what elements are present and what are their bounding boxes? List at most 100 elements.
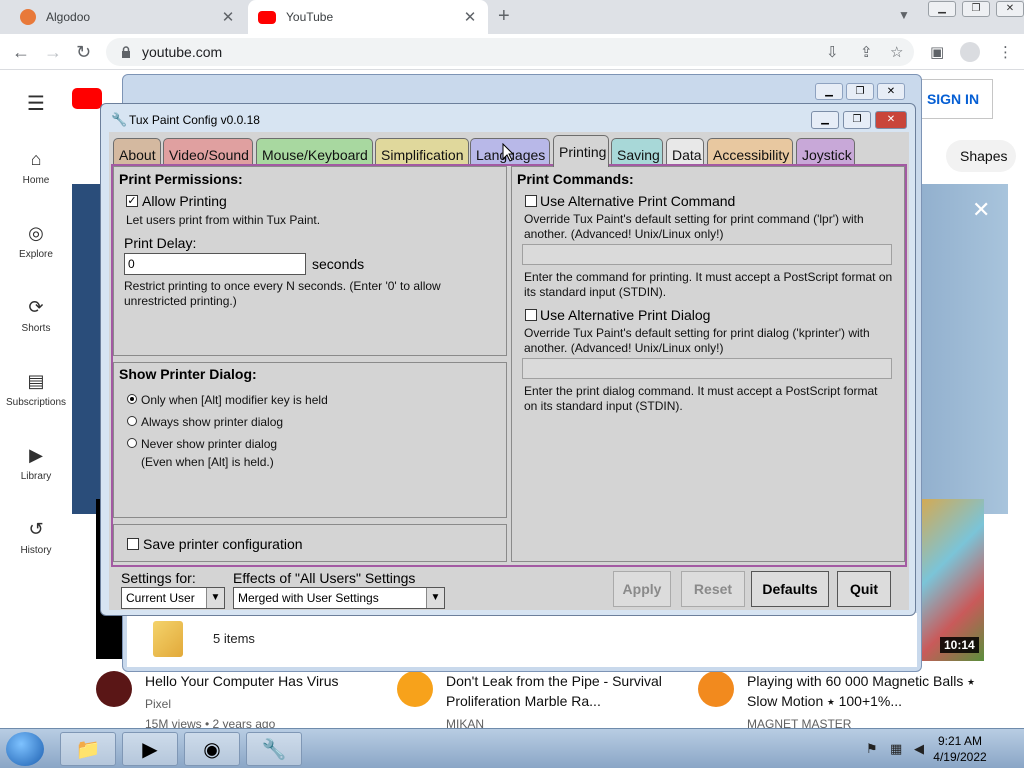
tab-data[interactable]: Data xyxy=(666,138,704,165)
clock-time: 9:21 AM xyxy=(937,734,983,748)
radio-label[interactable]: Only when [Alt] modifier key is held xyxy=(141,393,328,408)
item-count: 5 items xyxy=(213,631,255,646)
media-player-taskbar-icon[interactable]: ▶ xyxy=(122,732,178,766)
close-window-icon[interactable]: ✕ xyxy=(996,1,1024,17)
start-button[interactable] xyxy=(6,732,44,766)
address-bar[interactable]: youtube.com xyxy=(106,38,914,66)
close-window-icon[interactable]: ✕ xyxy=(875,111,907,129)
restore-icon[interactable]: ❐ xyxy=(846,83,874,100)
allow-printing-label[interactable]: Allow Printing xyxy=(142,193,227,209)
more-menu-icon[interactable]: ⋮ xyxy=(998,43,1013,61)
effects-select[interactable]: Merged with User Settings ▼ xyxy=(233,587,445,609)
channel-avatar[interactable] xyxy=(96,671,132,707)
tab-search-icon[interactable]: ▼ xyxy=(898,8,910,22)
apply-button[interactable]: Apply xyxy=(613,571,671,607)
minimize-icon[interactable]: ▁ xyxy=(928,1,956,17)
nav-shorts[interactable]: ⟳ Shorts xyxy=(0,297,72,334)
bookmark-star-icon[interactable]: ☆ xyxy=(890,43,903,61)
print-dialog-input[interactable] xyxy=(522,358,892,379)
tab-accessibility[interactable]: Accessibility xyxy=(707,138,793,165)
clock[interactable]: 9:21 AM 4/19/2022 xyxy=(930,733,990,765)
minimize-icon[interactable]: ▁ xyxy=(815,83,843,100)
quit-button[interactable]: Quit xyxy=(837,571,891,607)
tab-video-sound[interactable]: Video/Sound xyxy=(163,138,253,165)
tab-mouse-keyboard[interactable]: Mouse/Keyboard xyxy=(256,138,373,165)
channel-avatar[interactable] xyxy=(698,671,734,707)
hamburger-menu-icon[interactable]: ☰ xyxy=(27,91,45,116)
config-body: About Video/Sound Mouse/Keyboard Simplif… xyxy=(109,132,909,610)
tab-printing[interactable]: Printing xyxy=(553,135,609,167)
radio-never-show[interactable] xyxy=(127,438,137,448)
section-heading: Print Commands: xyxy=(517,171,634,187)
browser-tab-algodoo[interactable]: Algodoo ✕ xyxy=(10,0,246,34)
forward-icon[interactable]: → xyxy=(44,42,62,63)
tab-saving[interactable]: Saving xyxy=(611,138,663,165)
side-panel-icon[interactable]: ▣ xyxy=(930,43,944,61)
chrome-taskbar-icon[interactable]: ◉ xyxy=(184,732,240,766)
nav-home[interactable]: ⌂ Home xyxy=(0,149,72,186)
alt-print-dialog-checkbox[interactable] xyxy=(525,309,537,321)
radio-label[interactable]: Never show printer dialog xyxy=(141,437,277,452)
channel-avatar[interactable] xyxy=(397,671,433,707)
allow-printing-checkbox[interactable]: ✓ xyxy=(126,195,138,207)
alt-print-dialog-label[interactable]: Use Alternative Print Dialog xyxy=(540,307,710,323)
radio-label[interactable]: Always show printer dialog xyxy=(141,415,283,430)
video-title[interactable]: Hello Your Computer Has Virus xyxy=(145,671,375,691)
install-icon[interactable]: ⇩ xyxy=(826,43,839,61)
tab-simplification[interactable]: Simplification xyxy=(375,138,469,165)
explorer-status: 5 items xyxy=(127,613,917,667)
close-tab-icon[interactable]: ✕ xyxy=(462,8,478,26)
network-icon[interactable]: ▦ xyxy=(890,741,902,757)
nav-library[interactable]: ▶ Library xyxy=(0,445,72,482)
share-icon[interactable]: ⇪ xyxy=(860,43,873,61)
youtube-logo-icon[interactable] xyxy=(72,88,102,109)
tab-about[interactable]: About xyxy=(113,138,161,165)
tux-paint-config-taskbar-icon[interactable]: 🔧 xyxy=(246,732,302,766)
reload-icon[interactable]: ↻ xyxy=(76,42,91,63)
alt-print-command-checkbox[interactable] xyxy=(525,195,537,207)
explorer-taskbar-icon[interactable]: 📁 xyxy=(60,732,116,766)
minimize-icon[interactable]: ▁ xyxy=(811,111,839,129)
video-title[interactable]: Playing with 60 000 Magnetic Balls ⭑ Slo… xyxy=(747,671,977,711)
print-command-input[interactable] xyxy=(522,244,892,265)
action-center-icon[interactable]: ⚑ xyxy=(866,741,878,757)
print-delay-desc: Restrict printing to once every N second… xyxy=(124,279,441,308)
video-title[interactable]: Don't Leak from the Pipe - Survival Prol… xyxy=(446,671,676,711)
defaults-button[interactable]: Defaults xyxy=(751,571,829,607)
library-icon: ▶ xyxy=(29,445,43,465)
home-icon: ⌂ xyxy=(30,149,42,169)
sign-in-button[interactable]: SIGN IN xyxy=(913,79,993,119)
new-tab-icon[interactable]: + xyxy=(498,5,510,28)
close-window-icon[interactable]: ✕ xyxy=(877,83,905,100)
print-delay-input[interactable]: 0 xyxy=(124,253,306,275)
explorer-window-controls: ▁ ❐ ✕ xyxy=(815,83,908,100)
tab-joystick[interactable]: Joystick xyxy=(796,138,855,165)
radio-only-alt[interactable] xyxy=(127,394,137,404)
save-config-checkbox[interactable] xyxy=(127,538,139,550)
browser-tab-youtube[interactable]: YouTube ✕ xyxy=(248,0,488,34)
radio-always-show[interactable] xyxy=(127,416,137,426)
nav-explore[interactable]: ◎ Explore xyxy=(0,223,72,260)
seconds-label: seconds xyxy=(312,256,365,272)
profile-avatar-icon[interactable] xyxy=(960,42,980,62)
nav-label: Explore xyxy=(19,249,53,260)
dropdown-arrow-icon[interactable]: ▼ xyxy=(426,588,444,608)
chip-shapes[interactable]: Shapes xyxy=(946,140,1016,172)
dropdown-arrow-icon[interactable]: ▼ xyxy=(206,588,224,608)
nav-history[interactable]: ↺ History xyxy=(0,519,72,556)
wrench-icon: 🔧 xyxy=(111,112,128,127)
restore-icon[interactable]: ❐ xyxy=(843,111,871,129)
alt-print-command-label[interactable]: Use Alternative Print Command xyxy=(540,193,735,209)
volume-icon[interactable]: ◀ xyxy=(914,741,924,757)
channel-name[interactable]: Pixel xyxy=(145,697,171,711)
settings-for-select[interactable]: Current User ▼ xyxy=(121,587,225,609)
reset-button[interactable]: Reset xyxy=(681,571,745,607)
print-delay-label: Print Delay: xyxy=(124,235,197,251)
close-icon[interactable]: ✕ xyxy=(972,197,990,223)
nav-subscriptions[interactable]: ▤ Subscriptions xyxy=(0,371,72,408)
close-tab-icon[interactable]: ✕ xyxy=(220,8,236,26)
back-icon[interactable]: ← xyxy=(12,42,30,63)
algodoo-favicon-icon xyxy=(20,9,36,25)
save-config-label[interactable]: Save printer configuration xyxy=(143,536,303,552)
restore-icon[interactable]: ❐ xyxy=(962,1,990,17)
